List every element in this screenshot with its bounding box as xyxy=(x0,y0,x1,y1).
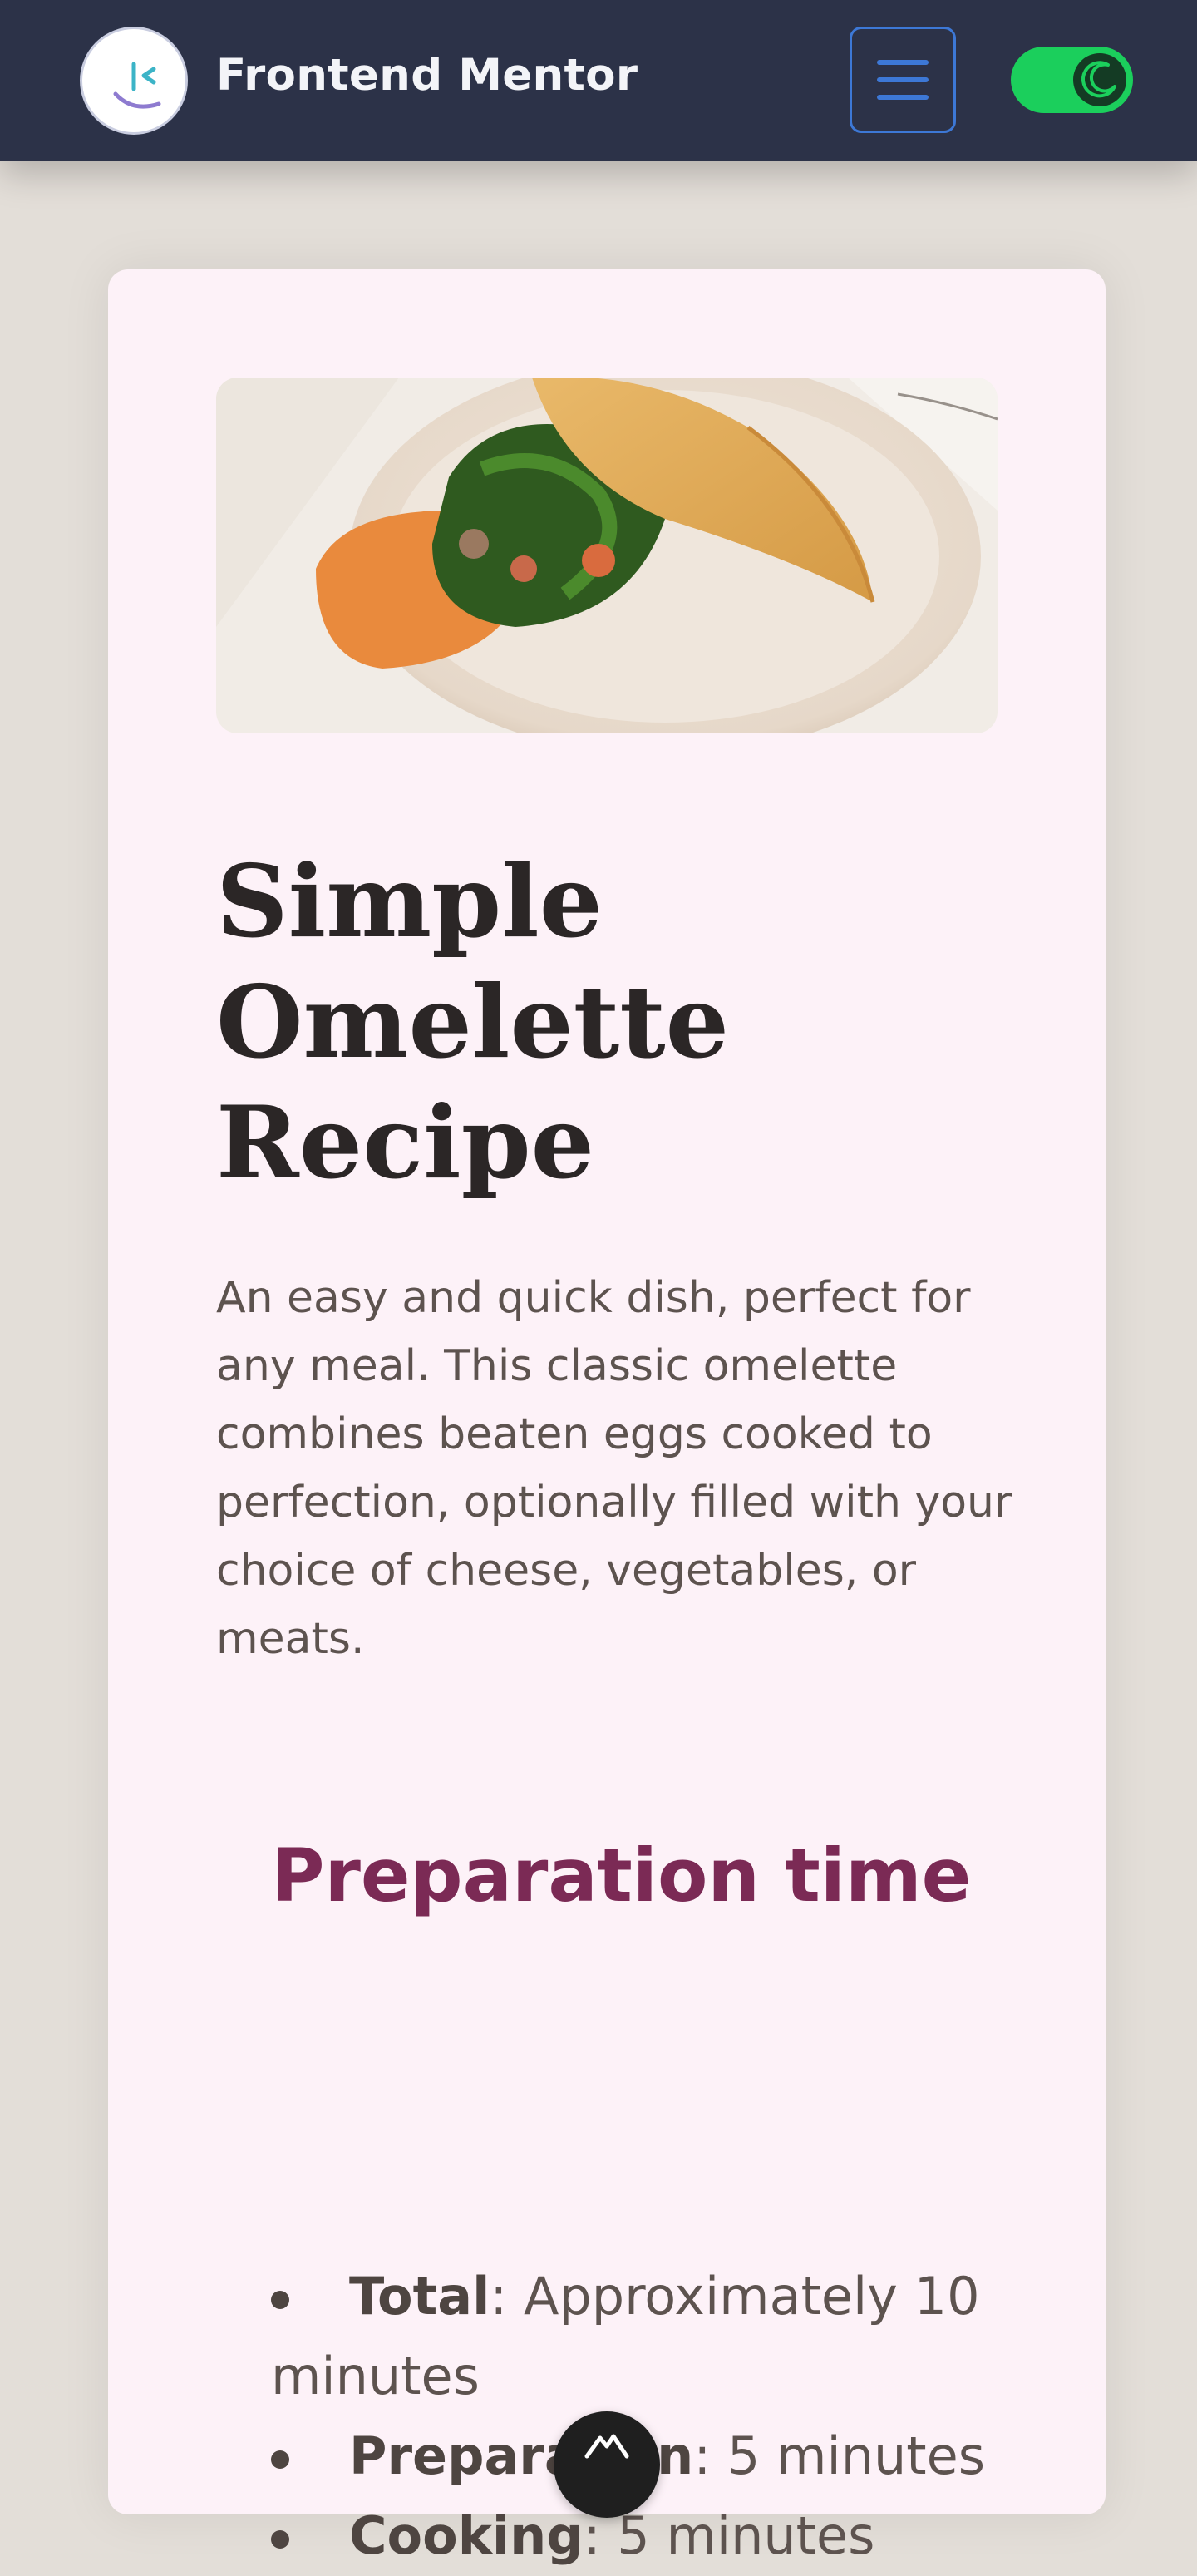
bullet xyxy=(271,2496,349,2576)
prep-value: : 5 minutes xyxy=(583,2505,875,2566)
brand-name[interactable]: Frontend Mentor xyxy=(216,50,638,101)
prep-label: Total xyxy=(349,2266,490,2327)
omelette-photo xyxy=(216,378,998,733)
bullet xyxy=(271,2257,349,2337)
recipe-title: Simple Omelette Recipe xyxy=(216,843,729,1202)
recipe-card: Simple Omelette Recipe An easy and quick… xyxy=(108,269,1106,2566)
prep-value: : 5 minutes xyxy=(693,2425,986,2486)
recipe-description: An easy and quick dish, perfect for any … xyxy=(216,1273,1012,1664)
list-item: Total: Approximately 10 minutes xyxy=(271,2257,986,2416)
frontend-mentor-logo-icon[interactable] xyxy=(80,27,188,135)
hamburger-menu-icon xyxy=(877,60,929,100)
bullet xyxy=(271,2416,349,2496)
moon-icon xyxy=(1081,61,1116,98)
top-navbar: Frontend Mentor xyxy=(0,0,1197,161)
theme-toggle[interactable] xyxy=(1011,47,1133,113)
preparation-heading: Preparation time xyxy=(271,1833,972,1918)
mountain-logo-icon[interactable] xyxy=(554,2411,660,2518)
toggle-knob xyxy=(1073,53,1126,106)
menu-button[interactable] xyxy=(850,27,956,133)
prep-label: Cooking xyxy=(349,2505,584,2566)
